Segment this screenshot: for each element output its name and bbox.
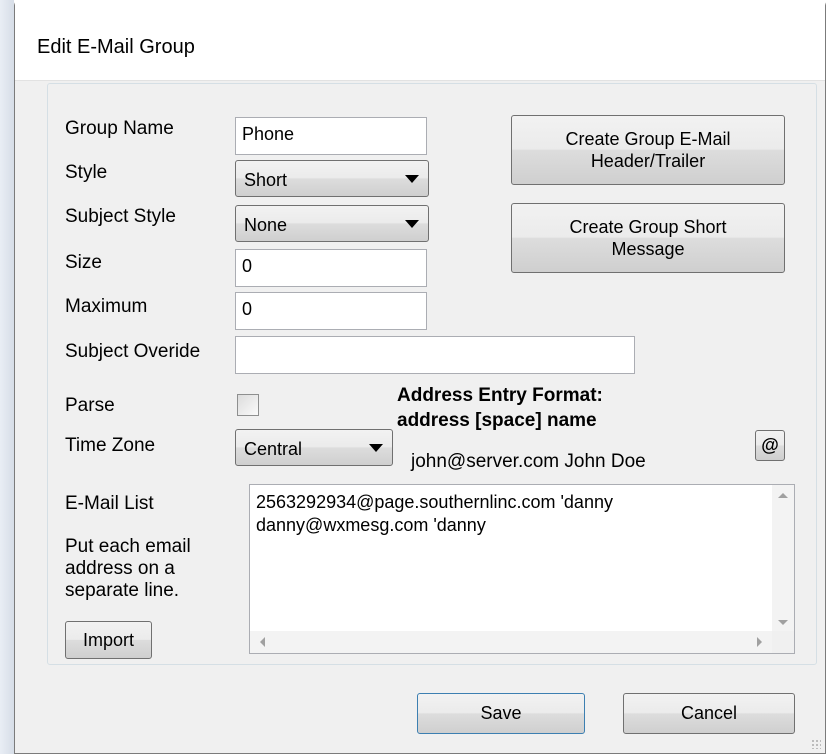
scroll-left-icon[interactable] — [260, 637, 265, 647]
create-short-message-label-line2: Message — [611, 239, 685, 259]
create-header-trailer-label-line2: Header/Trailer — [590, 151, 706, 171]
import-button[interactable]: Import — [65, 621, 152, 659]
edit-email-group-dialog: Edit E-Mail Group Group Name Style Subje… — [14, 0, 826, 754]
address-format-heading-line2: address [space] name — [397, 410, 597, 431]
address-format-example: john@server.com John Doe — [411, 451, 646, 472]
chevron-down-icon — [405, 220, 419, 228]
size-input[interactable]: 0 — [235, 249, 427, 287]
window-title: Edit E-Mail Group — [37, 36, 195, 58]
time-zone-select-value: Central — [244, 439, 303, 459]
scroll-right-icon[interactable] — [757, 637, 762, 647]
subject-style-select[interactable]: None — [235, 205, 429, 242]
chevron-down-icon — [405, 175, 419, 183]
email-list-help-line2: address on a — [65, 558, 175, 579]
create-short-message-label-line1: Create Group Short — [569, 217, 727, 237]
email-list-lines: 2563292934@page.southernlinc.com 'danny … — [256, 491, 613, 537]
time-zone-label: Time Zone — [65, 435, 156, 456]
email-list-textarea[interactable]: 2563292934@page.southernlinc.com 'danny … — [249, 484, 795, 654]
subject-override-input[interactable] — [235, 336, 635, 374]
scroll-down-icon[interactable] — [778, 620, 788, 625]
maximum-input[interactable]: 0 — [235, 292, 427, 330]
email-list-label: E-Mail List — [65, 493, 154, 514]
chevron-down-icon — [369, 444, 383, 452]
group-name-input[interactable]: Phone — [235, 117, 427, 155]
parse-label: Parse — [65, 395, 115, 416]
email-list-help-line1: Put each email — [65, 536, 191, 557]
parse-checkbox[interactable] — [237, 394, 259, 416]
create-header-trailer-button[interactable]: Create Group E-Mail Header/Trailer — [511, 115, 785, 185]
maximum-label: Maximum — [65, 296, 148, 317]
email-list-line: 2563292934@page.southernlinc.com 'danny — [256, 492, 613, 512]
create-header-trailer-label-line1: Create Group E-Mail — [565, 129, 731, 149]
scroll-corner — [772, 631, 794, 653]
scroll-up-icon[interactable] — [778, 493, 788, 498]
subject-style-select-value: None — [244, 215, 288, 235]
cancel-button[interactable]: Cancel — [623, 693, 795, 734]
create-short-message-button[interactable]: Create Group Short Message — [511, 203, 785, 273]
save-button[interactable]: Save — [417, 693, 585, 734]
style-select[interactable]: Short — [235, 160, 429, 197]
group-name-label: Group Name — [65, 118, 174, 139]
resize-grip-icon[interactable] — [811, 739, 821, 749]
desktop-background — [0, 0, 14, 754]
horizontal-scrollbar[interactable] — [250, 631, 772, 653]
time-zone-select[interactable]: Central — [235, 429, 393, 466]
size-label: Size — [65, 252, 102, 273]
address-format-heading-line1: Address Entry Format: — [397, 385, 603, 406]
title-bar: Edit E-Mail Group — [15, 0, 825, 81]
subject-style-label: Subject Style — [65, 206, 176, 227]
style-label: Style — [65, 162, 108, 183]
insert-at-button[interactable]: @ — [755, 430, 785, 461]
style-select-value: Short — [244, 170, 288, 190]
email-list-help-line3: separate line. — [65, 580, 180, 601]
vertical-scrollbar[interactable] — [772, 485, 794, 633]
email-list-line: danny@wxmesg.com 'danny — [256, 515, 486, 535]
subject-override-label: Subject Overide — [65, 341, 201, 362]
